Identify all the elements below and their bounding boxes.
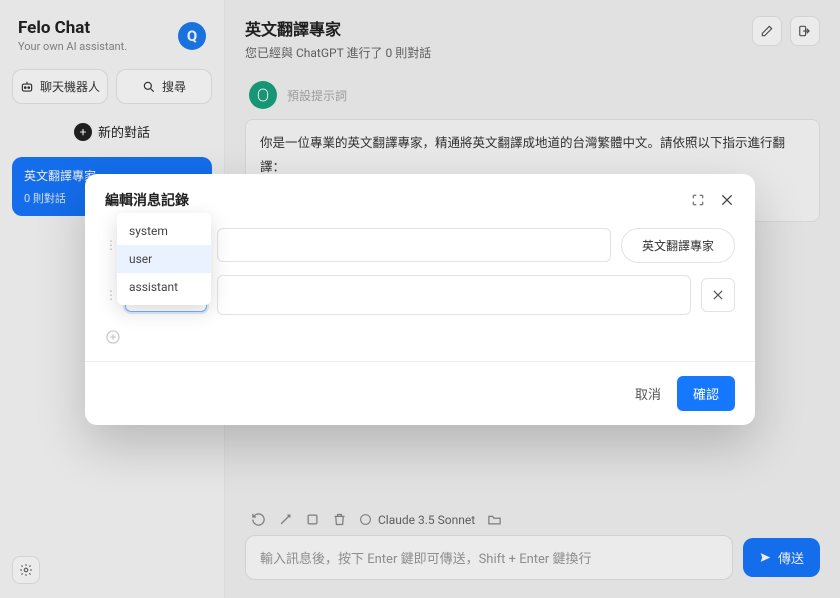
role-option-user[interactable]: user bbox=[117, 245, 211, 273]
role-dropdown: system user assistant bbox=[117, 213, 211, 305]
plus-circle-icon bbox=[105, 329, 735, 345]
modal-title: 編輯消息記錄 bbox=[105, 190, 189, 210]
confirm-button[interactable]: 確認 bbox=[677, 376, 735, 411]
drag-handle-icon[interactable]: ⋮⋮ bbox=[105, 238, 115, 252]
delete-row-button[interactable] bbox=[701, 278, 735, 312]
preset-button[interactable]: 英文翻譯專家 bbox=[621, 228, 735, 263]
drag-handle-icon[interactable]: ⋮⋮ bbox=[105, 288, 115, 302]
message-text-2[interactable] bbox=[217, 275, 691, 315]
role-option-assistant[interactable]: assistant bbox=[117, 273, 211, 301]
expand-icon[interactable] bbox=[691, 193, 705, 207]
add-row-button[interactable] bbox=[105, 327, 735, 351]
edit-messages-modal: 編輯消息記錄 ⋮⋮ system ▾ 英文翻譯專家 system bbox=[85, 174, 755, 425]
message-text-1[interactable] bbox=[217, 228, 611, 262]
close-icon[interactable] bbox=[719, 192, 735, 208]
modal-backdrop[interactable]: 編輯消息記錄 ⋮⋮ system ▾ 英文翻譯專家 system bbox=[0, 0, 840, 598]
cancel-button[interactable]: 取消 bbox=[635, 384, 661, 403]
close-icon bbox=[711, 288, 725, 302]
role-option-system[interactable]: system bbox=[117, 217, 211, 245]
